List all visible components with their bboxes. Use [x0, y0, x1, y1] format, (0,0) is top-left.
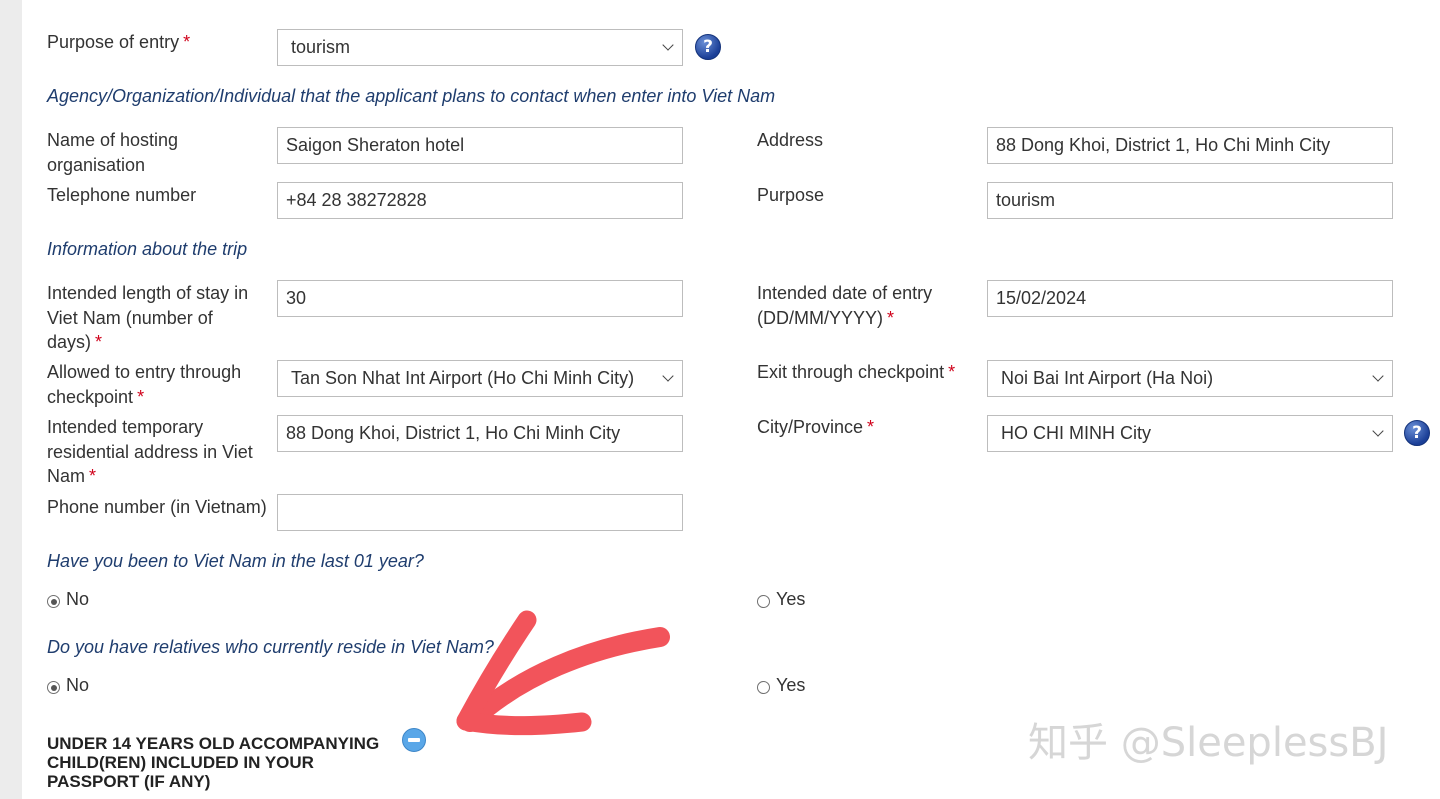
annotation-arrow: [456, 610, 670, 736]
watermark-text: 知乎 @SleeplessBJ: [1028, 720, 1389, 766]
